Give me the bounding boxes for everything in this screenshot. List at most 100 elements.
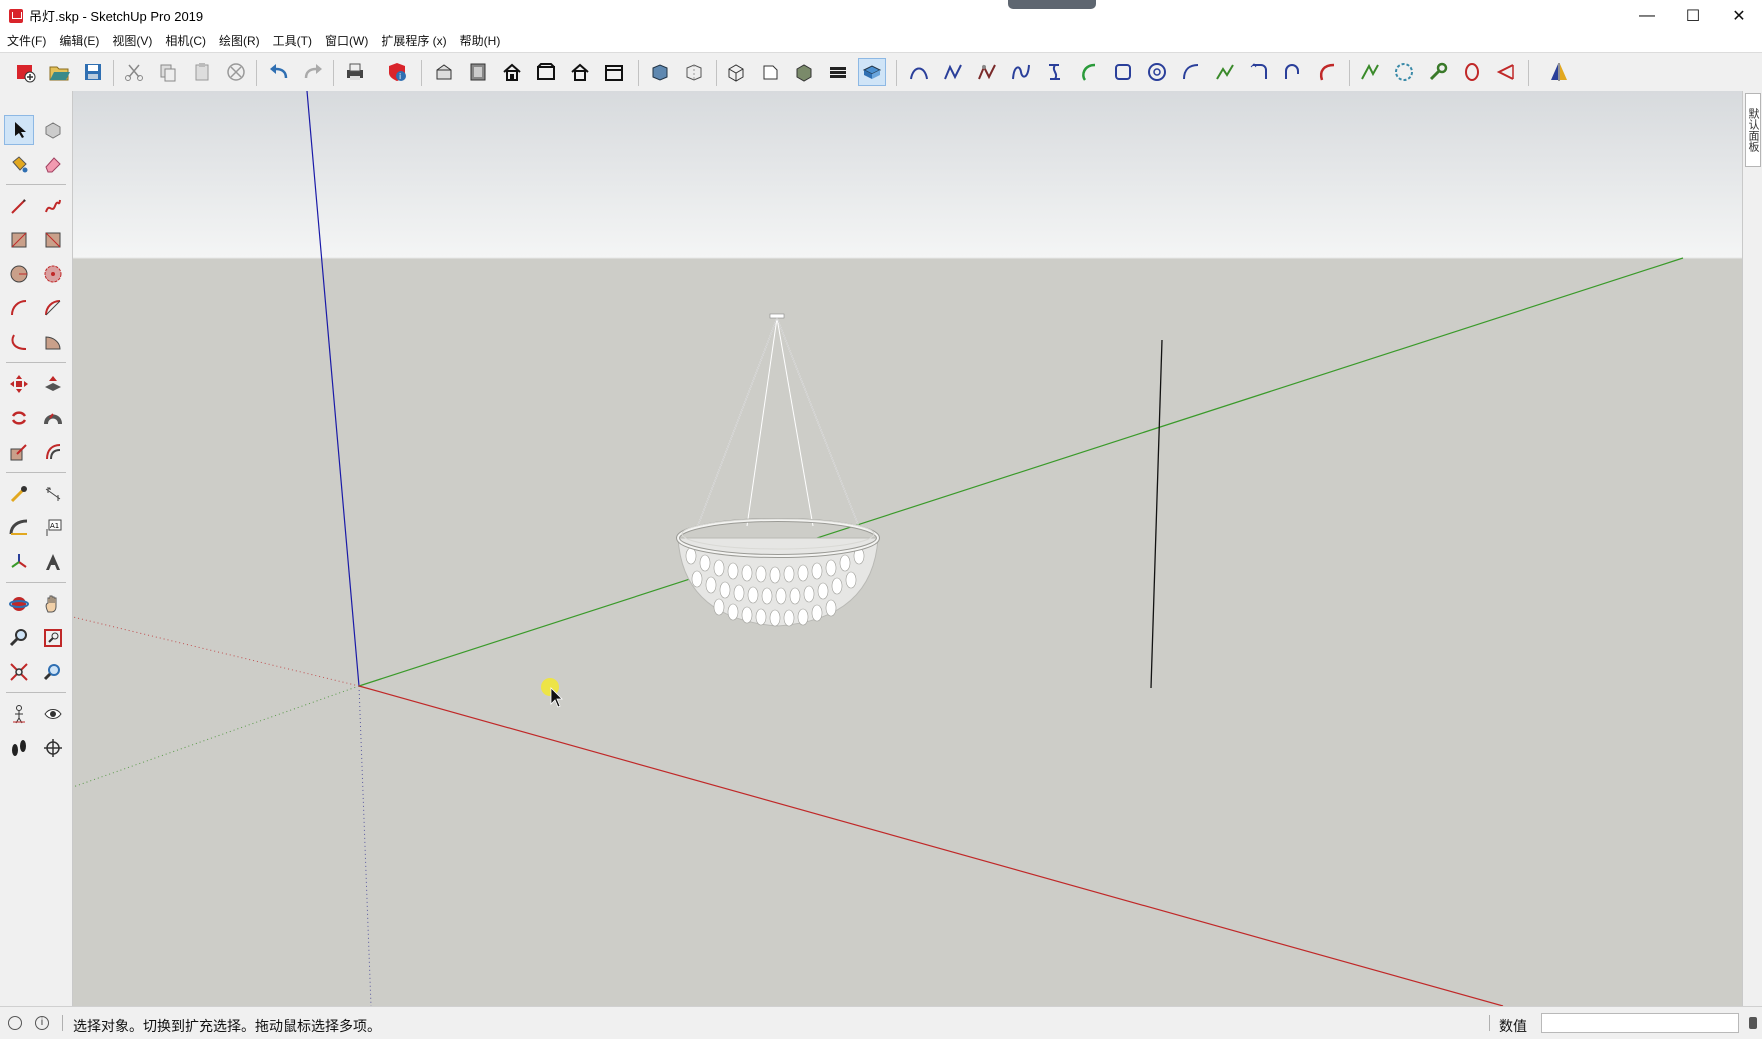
zoom-window-icon[interactable] (38, 623, 68, 653)
menu-window[interactable]: 窗口(W) (318, 31, 374, 52)
arc-3pt-icon[interactable] (1177, 58, 1205, 86)
drag-handle[interactable] (1008, 0, 1096, 9)
orbit-icon[interactable] (4, 589, 34, 619)
rectangle-curve-icon[interactable] (1109, 58, 1137, 86)
rectangle-icon[interactable] (4, 225, 34, 255)
freehand-curve-icon[interactable] (1211, 58, 1239, 86)
menu-draw[interactable]: 绘图(R) (212, 31, 266, 52)
curve-tool-icon[interactable] (1424, 58, 1452, 86)
offset-icon[interactable] (38, 437, 68, 467)
redo-icon[interactable] (299, 58, 327, 86)
front-view-icon[interactable] (498, 58, 526, 86)
select-icon[interactable] (4, 115, 34, 145)
walk-icon[interactable] (4, 733, 34, 763)
text-icon[interactable]: A1 (38, 513, 68, 543)
info-icon[interactable]: i (35, 1016, 49, 1030)
axes-icon[interactable] (4, 547, 34, 577)
arc-curve-icon[interactable] (1075, 58, 1103, 86)
menu-help[interactable]: 帮助(H) (453, 31, 507, 52)
cut-icon[interactable] (120, 58, 148, 86)
close-button[interactable]: ✕ (1716, 0, 1762, 31)
top-view-icon[interactable] (464, 58, 492, 86)
window-controls: — ☐ ✕ (1624, 0, 1762, 31)
zoom-extents-icon[interactable] (4, 657, 34, 687)
menu-edit[interactable]: 编辑(E) (52, 31, 105, 52)
tape-measure-icon[interactable] (4, 479, 34, 509)
polyline-icon[interactable] (939, 58, 967, 86)
scale-icon[interactable] (4, 437, 34, 467)
zoom-icon[interactable] (4, 623, 34, 653)
paint-bucket-icon[interactable] (4, 149, 34, 179)
undo-icon[interactable] (265, 58, 293, 86)
copy-icon[interactable] (154, 58, 182, 86)
pie-icon[interactable] (1492, 58, 1520, 86)
xray-icon[interactable] (646, 58, 674, 86)
minimize-button[interactable]: — (1624, 0, 1670, 31)
ellipse-icon[interactable] (1458, 58, 1486, 86)
protractor-icon[interactable] (4, 513, 34, 543)
dimension-icon[interactable] (38, 479, 68, 509)
new-file-icon[interactable] (11, 58, 39, 86)
line-icon[interactable] (4, 191, 34, 221)
shaded-icon[interactable] (790, 58, 818, 86)
back-view-icon[interactable] (566, 58, 594, 86)
menu-file[interactable]: 文件(F) (0, 31, 52, 52)
smooth-curve-icon[interactable] (1356, 58, 1384, 86)
model-viewport[interactable] (73, 91, 1742, 1006)
section-plane-icon[interactable] (38, 733, 68, 763)
circle-icon[interactable] (4, 259, 34, 289)
menu-extensions[interactable]: 扩展程序 (x) (374, 31, 452, 52)
left-view-icon[interactable] (600, 58, 628, 86)
three-point-arc-icon[interactable] (4, 327, 34, 357)
polygon-icon[interactable] (1390, 58, 1418, 86)
menu-view[interactable]: 视图(V) (105, 31, 158, 52)
hidden-line-icon[interactable] (756, 58, 784, 86)
position-camera-icon[interactable] (4, 699, 34, 729)
maximize-button[interactable]: ☐ (1670, 0, 1716, 31)
push-pull-icon[interactable] (38, 369, 68, 399)
back-edges-icon[interactable] (680, 58, 708, 86)
arc-icon[interactable] (4, 293, 34, 323)
move-icon[interactable] (4, 369, 34, 399)
pan-icon[interactable] (38, 589, 68, 619)
pie-icon[interactable] (38, 327, 68, 357)
geo-location-icon[interactable] (8, 1016, 22, 1030)
follow-me-icon[interactable] (38, 403, 68, 433)
resize-grip-icon[interactable] (1748, 1015, 1758, 1031)
erase-icon[interactable] (222, 58, 250, 86)
shaded-textures-icon[interactable] (824, 58, 852, 86)
arc-2pt-icon[interactable] (1279, 58, 1307, 86)
bezier-curve-icon[interactable] (905, 58, 933, 86)
paste-icon[interactable] (188, 58, 216, 86)
iso-view-icon[interactable] (430, 58, 458, 86)
spiral-icon[interactable] (1041, 58, 1069, 86)
mirror-icon[interactable] (1545, 58, 1573, 86)
open-folder-icon[interactable] (45, 58, 73, 86)
menu-camera[interactable]: 相机(C) (158, 31, 212, 52)
scene-canvas[interactable] (73, 91, 1742, 1006)
monochrome-icon[interactable] (858, 58, 886, 86)
polygon-icon[interactable] (38, 259, 68, 289)
wireframe-icon[interactable] (722, 58, 750, 86)
fillet-icon[interactable] (1245, 58, 1273, 86)
rotate-icon[interactable] (4, 403, 34, 433)
previous-view-icon[interactable] (38, 657, 68, 687)
freehand-icon[interactable] (38, 191, 68, 221)
two-point-arc-icon[interactable] (38, 293, 68, 323)
component-icon[interactable] (38, 115, 68, 145)
print-icon[interactable] (341, 58, 369, 86)
rotated-rectangle-icon[interactable] (38, 225, 68, 255)
default-tray-tab[interactable]: 默认面板 (1745, 93, 1761, 167)
catmull-curve-icon[interactable] (973, 58, 1001, 86)
right-view-icon[interactable] (532, 58, 560, 86)
circle-curve-icon[interactable] (1143, 58, 1171, 86)
measurements-input[interactable] (1541, 1013, 1739, 1033)
menu-tools[interactable]: 工具(T) (266, 31, 318, 52)
arc-bulge-icon[interactable] (1313, 58, 1341, 86)
model-info-icon[interactable]: i (383, 58, 411, 86)
cubic-bezier-icon[interactable] (1007, 58, 1035, 86)
look-around-icon[interactable] (38, 699, 68, 729)
3d-text-icon[interactable] (38, 547, 68, 577)
eraser-icon[interactable] (38, 149, 68, 179)
save-icon[interactable] (79, 58, 107, 86)
